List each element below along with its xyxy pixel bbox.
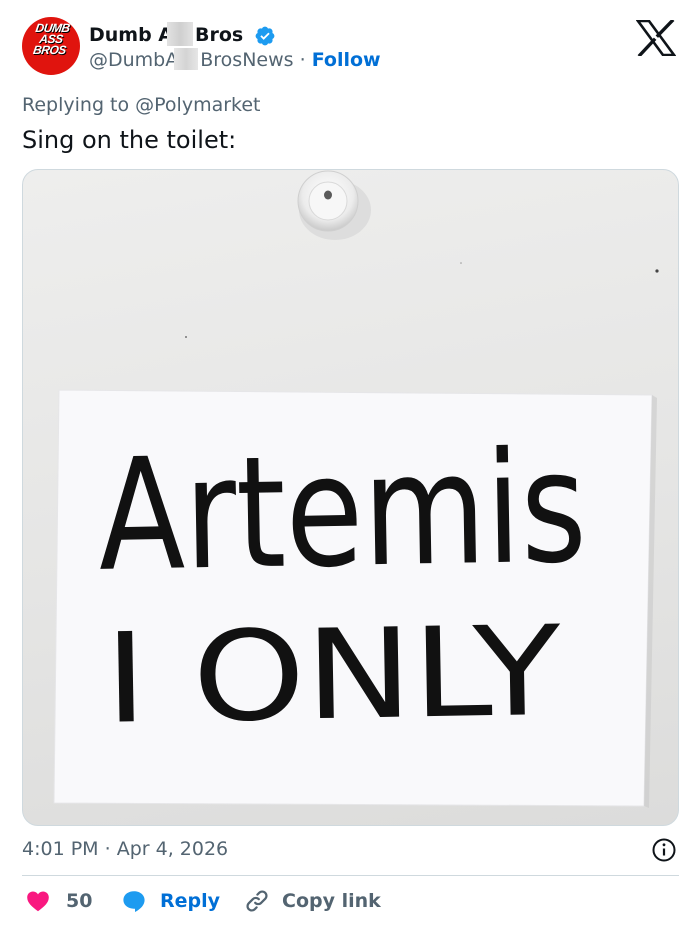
avatar[interactable]: DUMB ASS BROS bbox=[22, 17, 80, 75]
reply-label: Reply bbox=[160, 890, 221, 912]
like-button[interactable]: 50 bbox=[26, 885, 92, 917]
x-logo-icon[interactable] bbox=[636, 20, 676, 56]
link-icon bbox=[246, 890, 268, 912]
display-name[interactable]: Dumb A Bros bbox=[89, 22, 243, 47]
follow-link[interactable]: Follow bbox=[312, 49, 381, 71]
reply-bubble-icon bbox=[123, 891, 145, 912]
svg-text:Artemis: Artemis bbox=[97, 418, 588, 605]
like-count: 50 bbox=[66, 890, 93, 912]
timestamp[interactable]: 4:01 PM · Apr 4, 2026 bbox=[22, 836, 228, 862]
verified-badge-icon bbox=[255, 26, 275, 46]
reply-button[interactable]: Reply bbox=[122, 885, 220, 917]
handle[interactable]: @DumbA bbox=[89, 49, 178, 71]
redaction-block bbox=[174, 48, 199, 70]
separator: · bbox=[299, 49, 306, 71]
copy-link-label: Copy link bbox=[282, 890, 381, 912]
handle-end[interactable]: BrosNews bbox=[200, 49, 293, 71]
handwritten-text: Artemis I ONLY bbox=[97, 418, 588, 751]
heart-icon bbox=[27, 891, 49, 912]
redaction-block bbox=[167, 22, 194, 46]
avatar-logo: DUMB ASS BROS bbox=[32, 21, 71, 57]
wall-knob bbox=[297, 170, 371, 240]
info-icon[interactable] bbox=[651, 837, 677, 863]
replying-to-link[interactable]: @Polymarket bbox=[135, 94, 260, 116]
replying-to-line: Replying to @Polymarket bbox=[22, 94, 261, 116]
tweet-image[interactable]: Artemis I ONLY bbox=[22, 169, 679, 826]
divider bbox=[22, 875, 679, 876]
copy-link-button[interactable]: Copy link bbox=[244, 885, 381, 917]
svg-text:I ONLY: I ONLY bbox=[104, 600, 563, 752]
embedded-tweet-card: DUMB ASS BROS Dumb A Bros @DumbA BrosNews … bbox=[0, 0, 700, 929]
handle-line: @DumbA BrosNews · Follow bbox=[89, 47, 381, 73]
tweet-text: Sing on the toilet: bbox=[22, 126, 237, 154]
